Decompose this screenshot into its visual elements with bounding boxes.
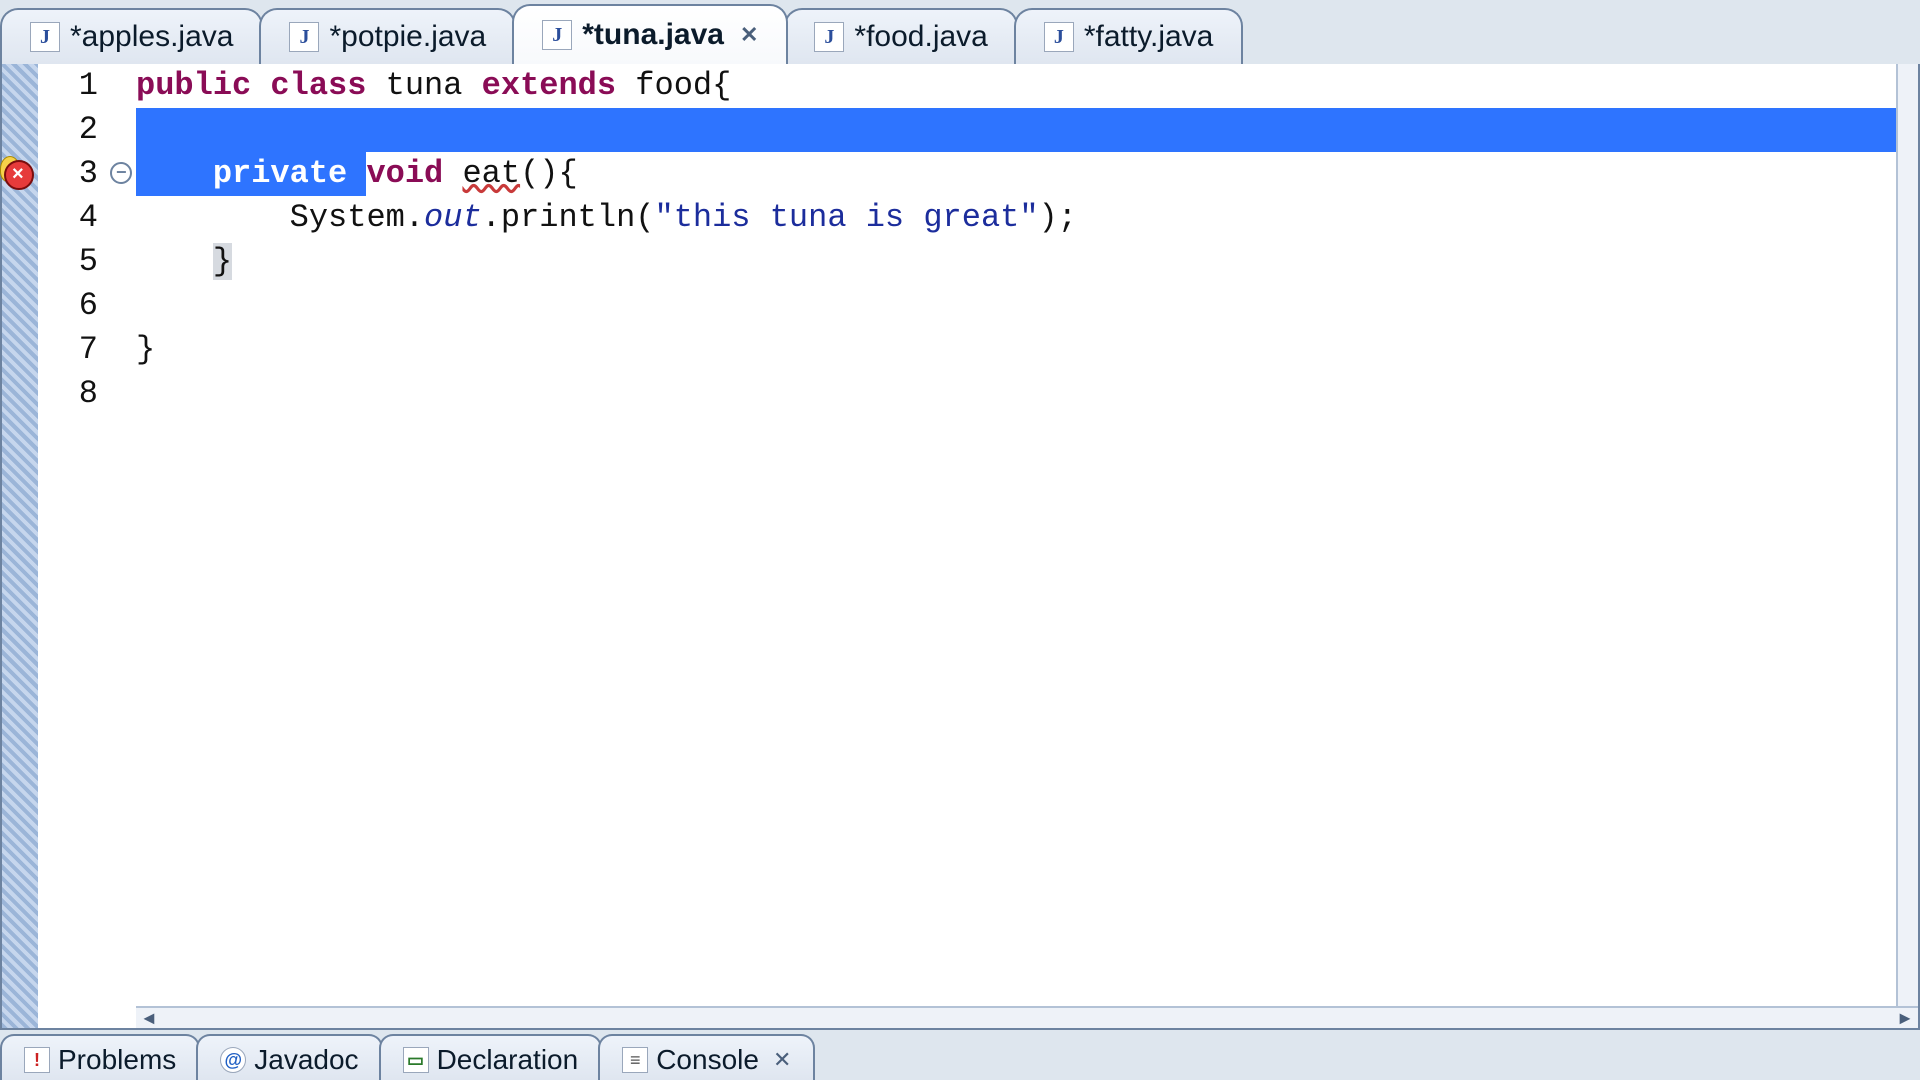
tab-potpie[interactable]: J *potpie.java [259,8,516,64]
tab-label: *apples.java [70,20,233,54]
close-icon[interactable]: ✕ [773,1047,791,1073]
view-tab-label: Javadoc [254,1044,358,1076]
view-tab-declaration[interactable]: ▭ Declaration [379,1034,603,1080]
scroll-left-icon[interactable]: ◄ [140,1008,158,1029]
code-editor[interactable]: 1 2 3 4 5 6 7 8 public class tuna extend… [0,64,1920,1030]
tab-label: *fatty.java [1084,20,1214,54]
bottom-views-tab-bar: ! Problems @ Javadoc ▭ Declaration ≡ Con… [0,1030,1920,1080]
line-number: 7 [38,328,98,372]
view-tab-label: Console [656,1044,759,1076]
view-tab-label: Declaration [437,1044,579,1076]
view-tab-javadoc[interactable]: @ Javadoc [196,1034,382,1080]
code-line: } [136,328,1918,372]
declaration-icon: ▭ [403,1047,429,1073]
overview-ruler[interactable] [1896,64,1918,1008]
fold-collapse-icon[interactable] [110,162,132,184]
java-file-icon: J [1044,22,1074,52]
java-file-icon: J [814,22,844,52]
java-file-icon: J [30,22,60,52]
line-number-ruler[interactable]: 1 2 3 4 5 6 7 8 [38,64,110,1028]
folding-ruler[interactable] [110,64,136,1028]
horizontal-scrollbar[interactable]: ◄ ► [136,1006,1918,1028]
console-icon: ≡ [622,1047,648,1073]
line-number: 4 [38,196,98,240]
text-selection [136,108,1906,152]
problems-icon: ! [24,1047,50,1073]
java-file-icon: J [542,20,572,50]
tab-apples[interactable]: J *apples.java [0,8,263,64]
code-line: } [136,240,1918,284]
line-number: 2 [38,108,98,152]
editor-area: J *apples.java J *potpie.java J *tuna.ja… [0,0,1920,1080]
line-number: 8 [38,372,98,416]
code-line: System.out.println("this tuna is great")… [136,196,1918,240]
line-number: 6 [38,284,98,328]
close-icon[interactable]: ✕ [740,22,758,48]
annotation-ruler[interactable] [2,64,38,1028]
editor-tab-bar: J *apples.java J *potpie.java J *tuna.ja… [0,0,1920,64]
javadoc-icon: @ [220,1047,246,1073]
tab-label: *tuna.java [582,18,724,52]
error-marker-icon[interactable] [4,160,34,190]
tab-tuna[interactable]: J *tuna.java ✕ [512,4,788,64]
line-number: 5 [38,240,98,284]
tab-label: *potpie.java [329,20,486,54]
line-number: 3 [38,152,98,196]
tab-food[interactable]: J *food.java [784,8,1017,64]
line-number: 1 [38,64,98,108]
view-tab-console[interactable]: ≡ Console ✕ [598,1034,815,1080]
code-line: public class tuna extends food{ [136,64,1918,108]
code-line: private void eat(){ [136,152,1918,196]
code-line [136,284,1918,328]
tab-fatty[interactable]: J *fatty.java [1014,8,1244,64]
view-tab-label: Problems [58,1044,176,1076]
view-tab-problems[interactable]: ! Problems [0,1034,200,1080]
java-file-icon: J [289,22,319,52]
code-text-area[interactable]: public class tuna extends food{ private … [136,64,1918,1028]
code-line [136,372,1918,416]
tab-label: *food.java [854,20,987,54]
scroll-right-icon[interactable]: ► [1896,1008,1914,1029]
